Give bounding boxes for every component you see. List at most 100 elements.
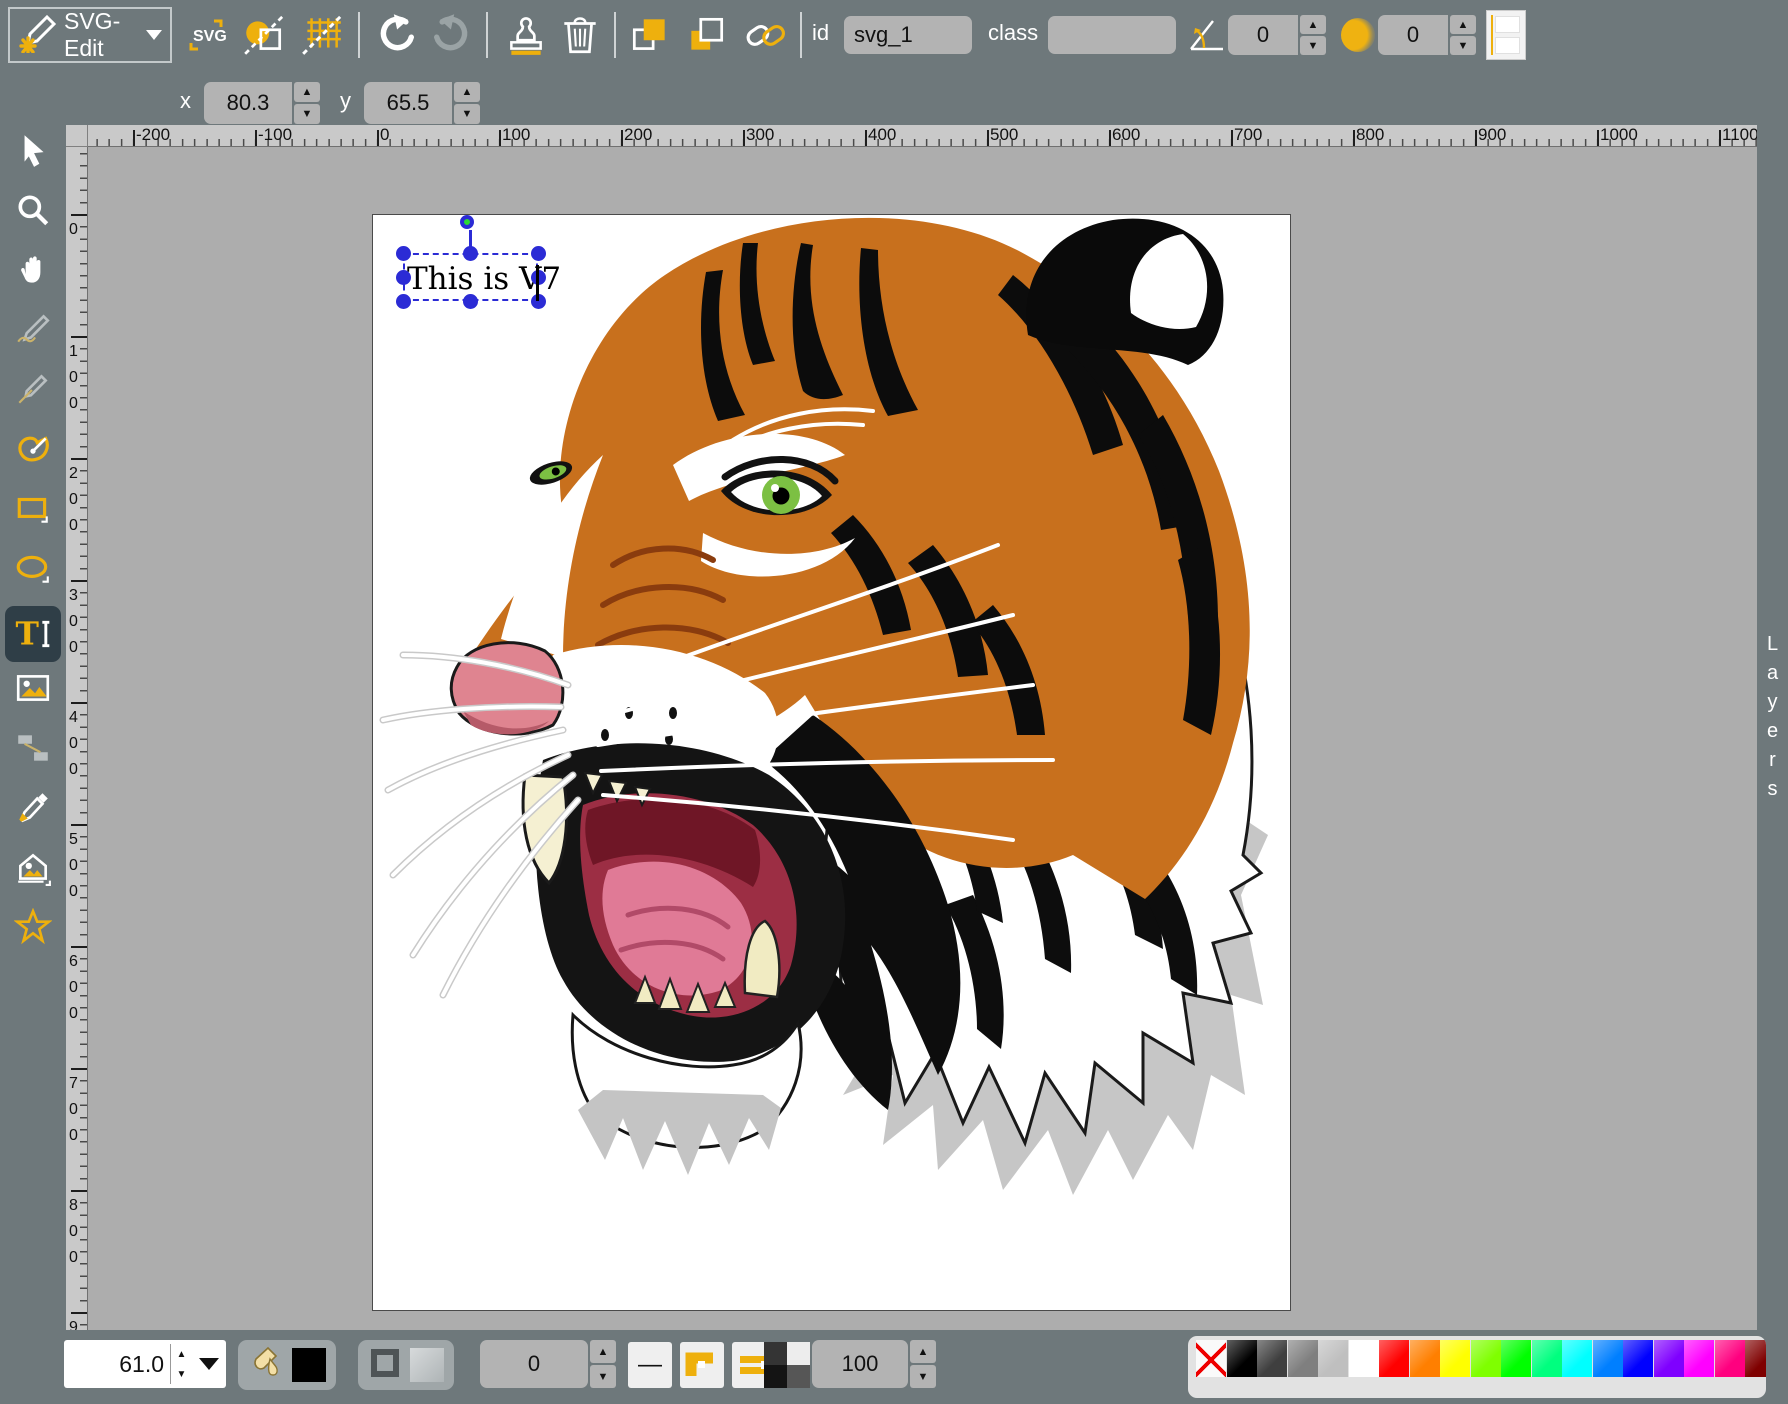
zoom-step-down[interactable]: ▼	[171, 1364, 192, 1384]
rotation-step-down[interactable]: ▼	[1300, 36, 1326, 55]
main-menu-button[interactable]: SVG-Edit	[8, 7, 172, 63]
hruler-label: 200	[624, 125, 652, 145]
undo-button[interactable]	[372, 11, 420, 59]
palette-swatch-7f0000[interactable]	[1745, 1340, 1766, 1377]
rotation-icon	[1186, 11, 1228, 59]
opacity-input[interactable]: 100	[812, 1340, 908, 1388]
palette-swatch-7f00ff[interactable]	[1654, 1340, 1684, 1377]
zoom-control: 61.0 ▲ ▼	[64, 1340, 226, 1388]
element-class-input[interactable]	[1048, 16, 1176, 54]
zoom-input[interactable]: 61.0	[64, 1351, 170, 1378]
resize-handle-s[interactable]	[463, 294, 478, 309]
blur-input[interactable]: 0	[1378, 15, 1448, 55]
tool-zoom[interactable]	[11, 188, 55, 232]
stroke-width-step-up[interactable]: ▲	[590, 1340, 616, 1363]
palette-swatch-none[interactable]	[1196, 1340, 1226, 1377]
tool-star[interactable]	[11, 905, 55, 949]
rotate-handle[interactable]	[460, 215, 474, 229]
rotation-input[interactable]: 0	[1228, 15, 1298, 55]
tiger-artwork[interactable]	[373, 215, 1291, 1311]
palette-swatch-00ffff[interactable]	[1562, 1340, 1592, 1377]
palette-swatch-00ff7f[interactable]	[1532, 1340, 1562, 1377]
tool-shape-library[interactable]	[11, 846, 55, 890]
x-position-input[interactable]: 80.3	[204, 82, 292, 124]
palette-swatch-ff0000[interactable]	[1379, 1340, 1409, 1377]
palette-swatch-0000ff[interactable]	[1623, 1340, 1653, 1377]
resize-handle-n[interactable]	[463, 246, 478, 261]
tool-text[interactable]: T	[5, 606, 61, 662]
line-icon	[14, 370, 52, 408]
stroke-color-swatch[interactable]	[410, 1348, 444, 1382]
path-icon	[14, 430, 52, 468]
tool-ellipse[interactable]	[11, 547, 55, 591]
palette-swatch-000000[interactable]	[1227, 1340, 1257, 1377]
fill-color-swatch[interactable]	[292, 1348, 326, 1382]
resize-handle-nw[interactable]	[396, 246, 411, 261]
resize-handle-ne[interactable]	[531, 246, 546, 261]
redo-button[interactable]	[428, 11, 476, 59]
palette-swatch-ffffff[interactable]	[1349, 1340, 1379, 1377]
zoom-step-up[interactable]: ▲	[171, 1344, 192, 1364]
palette-swatch-3f3f3f[interactable]	[1257, 1340, 1287, 1377]
delete-button[interactable]	[556, 11, 604, 59]
svg-text:T: T	[16, 616, 40, 653]
make-link-button[interactable]	[742, 11, 790, 59]
palette-swatch-ff00ff[interactable]	[1684, 1340, 1714, 1377]
tool-rect[interactable]	[11, 487, 55, 531]
linejoin-icon	[685, 1348, 719, 1382]
source-editor-button[interactable]: SVG	[182, 11, 230, 59]
palette-swatch-ffff00[interactable]	[1440, 1340, 1470, 1377]
y-step-up[interactable]: ▲	[454, 82, 480, 102]
resize-handle-sw[interactable]	[396, 294, 411, 309]
y-step-down[interactable]: ▼	[454, 104, 480, 124]
pencil-icon	[14, 310, 52, 348]
position-align-button[interactable]	[1486, 10, 1526, 60]
stroke-width-input[interactable]: 0	[480, 1340, 588, 1388]
palette-swatch-ff7f00[interactable]	[1410, 1340, 1440, 1377]
x-step-down[interactable]: ▼	[294, 104, 320, 124]
tool-select[interactable]	[11, 128, 55, 172]
tool-eyedropper[interactable]	[11, 786, 55, 830]
x-step-up[interactable]: ▲	[294, 82, 320, 102]
svg-canvas[interactable]: This is V7	[372, 214, 1291, 1311]
stroke-style-button[interactable]: —	[628, 1342, 672, 1388]
palette-swatch-7f7f7f[interactable]	[1288, 1340, 1318, 1377]
tool-path[interactable]	[11, 427, 55, 471]
palette-swatch-ff007f[interactable]	[1715, 1340, 1745, 1377]
element-id-input[interactable]: svg_1	[844, 16, 972, 54]
connector-icon	[14, 729, 52, 767]
snap-grid-button[interactable]	[298, 11, 346, 59]
y-position-input[interactable]: 65.5	[364, 82, 452, 124]
blur-step-up[interactable]: ▲	[1450, 15, 1476, 34]
palette-swatch-007fff[interactable]	[1593, 1340, 1623, 1377]
stroke-width-step-down[interactable]: ▼	[590, 1365, 616, 1388]
palette-swatch-bfbfbf[interactable]	[1318, 1340, 1348, 1377]
main-toolbar: SVG-Edit SVG	[0, 0, 1788, 70]
palette-swatch-7fff00[interactable]	[1471, 1340, 1501, 1377]
blur-step-down[interactable]: ▼	[1450, 36, 1476, 55]
opacity-step-up[interactable]: ▲	[910, 1340, 936, 1363]
vruler-label: 2 0 0	[69, 461, 78, 539]
tool-pan[interactable]	[11, 248, 55, 292]
vruler-label: 7 0 0	[69, 1071, 78, 1149]
bottom-toolbar: 61.0 ▲ ▼ 0	[0, 1330, 1788, 1404]
hruler-label: 1000	[1600, 125, 1638, 145]
linejoin-button[interactable]	[680, 1342, 724, 1388]
move-to-back-button[interactable]	[682, 11, 730, 59]
logo-pencil-icon	[18, 13, 58, 58]
zoom-dropdown-button[interactable]	[192, 1358, 226, 1370]
rotation-step-up[interactable]: ▲	[1300, 15, 1326, 34]
move-to-front-button[interactable]	[626, 11, 674, 59]
wireframe-button[interactable]	[240, 11, 288, 59]
select-icon	[14, 131, 52, 169]
fill-bucket-icon	[248, 1345, 284, 1386]
resize-handle-w[interactable]	[396, 270, 411, 285]
clone-button[interactable]	[502, 11, 550, 59]
opacity-preview[interactable]	[764, 1342, 810, 1388]
color-palette	[1188, 1336, 1766, 1398]
tool-image[interactable]	[11, 666, 55, 710]
palette-swatch-00ff00[interactable]	[1501, 1340, 1531, 1377]
toolbar-separator	[800, 12, 802, 58]
opacity-step-down[interactable]: ▼	[910, 1365, 936, 1388]
layers-panel-toggle[interactable]: L a y e r s	[1757, 125, 1788, 1330]
